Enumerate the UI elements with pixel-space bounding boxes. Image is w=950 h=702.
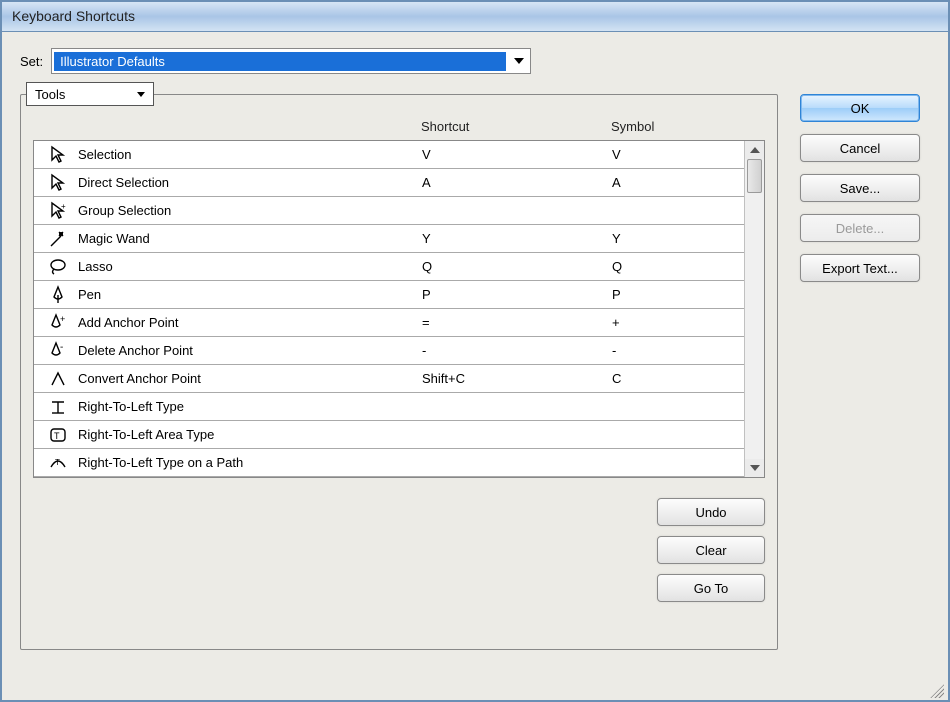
pen-minus-icon: - xyxy=(38,341,78,361)
main-row: Tools Shortcut Symbol SelectionVVDirect … xyxy=(20,94,930,650)
convert-icon xyxy=(38,369,78,389)
group-icon: + xyxy=(38,201,78,221)
tool-symbol: C xyxy=(612,371,744,386)
svg-text:T: T xyxy=(54,431,60,441)
tool-shortcut: V xyxy=(422,147,612,162)
tool-name: Right-To-Left Type on a Path xyxy=(78,455,422,470)
table-body: SelectionVVDirect SelectionAA+Group Sele… xyxy=(34,141,744,477)
side-buttons: OK Cancel Save... Delete... Export Text.… xyxy=(800,94,930,282)
table-row[interactable]: T Right-To-Left Type on a Path xyxy=(34,449,744,477)
export-text-button[interactable]: Export Text... xyxy=(800,254,920,282)
rtl-area-icon: T xyxy=(38,425,78,445)
table-row[interactable]: SelectionVV xyxy=(34,141,744,169)
direct-icon xyxy=(38,173,78,193)
table-row[interactable]: +Add Anchor Point=+ xyxy=(34,309,744,337)
cancel-button[interactable]: Cancel xyxy=(800,134,920,162)
tool-name: Right-To-Left Type xyxy=(78,399,422,414)
table-row[interactable]: Right-To-Left Type xyxy=(34,393,744,421)
tool-symbol: Y xyxy=(612,231,744,246)
tool-symbol: V xyxy=(612,147,744,162)
tool-symbol: P xyxy=(612,287,744,302)
set-selected-value: Illustrator Defaults xyxy=(54,52,506,71)
tool-shortcut: A xyxy=(422,175,612,190)
selection-icon xyxy=(38,145,78,165)
tool-name: Magic Wand xyxy=(78,231,422,246)
undo-button[interactable]: Undo xyxy=(657,498,765,526)
svg-text:T: T xyxy=(55,458,60,467)
goto-button[interactable]: Go To xyxy=(657,574,765,602)
scroll-up-icon[interactable] xyxy=(745,141,764,159)
tool-symbol: - xyxy=(612,343,744,358)
category-dropdown[interactable]: Tools xyxy=(26,82,154,106)
tool-symbol: A xyxy=(612,175,744,190)
category-selected-value: Tools xyxy=(35,87,65,102)
table-row[interactable]: Direct SelectionAA xyxy=(34,169,744,197)
set-label: Set: xyxy=(20,54,43,69)
svg-text:-: - xyxy=(60,342,63,353)
pen-plus-icon: + xyxy=(38,313,78,333)
tool-shortcut: Y xyxy=(422,231,612,246)
ok-button[interactable]: OK xyxy=(800,94,920,122)
col-header-shortcut: Shortcut xyxy=(421,119,611,134)
svg-text:+: + xyxy=(60,314,65,324)
tool-name: Add Anchor Point xyxy=(78,315,422,330)
delete-button[interactable]: Delete... xyxy=(800,214,920,242)
col-header-symbol: Symbol xyxy=(611,119,765,134)
table-row[interactable]: -Delete Anchor Point-- xyxy=(34,337,744,365)
set-row: Set: Illustrator Defaults xyxy=(20,48,930,74)
pen-icon xyxy=(38,285,78,305)
save-button[interactable]: Save... xyxy=(800,174,920,202)
rtl-path-icon: T xyxy=(38,453,78,473)
title-bar: Keyboard Shortcuts xyxy=(2,2,948,32)
scroll-down-icon[interactable] xyxy=(745,459,764,477)
tool-name: Convert Anchor Point xyxy=(78,371,422,386)
set-dropdown[interactable]: Illustrator Defaults xyxy=(51,48,531,74)
vertical-scrollbar[interactable] xyxy=(744,141,764,477)
tool-name: Lasso xyxy=(78,259,422,274)
shortcut-fieldset: Shortcut Symbol SelectionVVDirect Select… xyxy=(20,94,778,650)
clear-button[interactable]: Clear xyxy=(657,536,765,564)
tool-name: Delete Anchor Point xyxy=(78,343,422,358)
rtl-type-icon xyxy=(38,397,78,417)
tool-symbol: Q xyxy=(612,259,744,274)
resize-grip-icon[interactable] xyxy=(930,684,944,698)
dialog-body: Set: Illustrator Defaults Tools Shortcut… xyxy=(2,32,948,700)
tool-name: Direct Selection xyxy=(78,175,422,190)
shortcut-panel: Tools Shortcut Symbol SelectionVVDirect … xyxy=(20,94,778,650)
tool-shortcut: Shift+C xyxy=(422,371,612,386)
table-row[interactable]: + Group Selection xyxy=(34,197,744,225)
column-headers: Shortcut Symbol xyxy=(33,119,765,140)
shortcut-table: SelectionVVDirect SelectionAA+Group Sele… xyxy=(33,140,765,478)
tool-shortcut: - xyxy=(422,343,612,358)
col-header-name xyxy=(33,119,421,134)
table-row[interactable]: LassoQQ xyxy=(34,253,744,281)
table-row[interactable]: Convert Anchor PointShift+CC xyxy=(34,365,744,393)
wand-icon xyxy=(38,229,78,249)
table-row[interactable]: PenPP xyxy=(34,281,744,309)
tool-shortcut: P xyxy=(422,287,612,302)
scroll-thumb[interactable] xyxy=(747,159,762,193)
tool-symbol: + xyxy=(612,315,744,330)
caret-down-icon xyxy=(514,58,524,64)
svg-text:+: + xyxy=(61,202,66,211)
inner-buttons: Undo Clear Go To xyxy=(33,498,765,602)
lasso-icon xyxy=(38,257,78,277)
tool-name: Right-To-Left Area Type xyxy=(78,427,422,442)
window-title: Keyboard Shortcuts xyxy=(12,8,135,24)
tool-name: Selection xyxy=(78,147,422,162)
caret-down-icon xyxy=(137,92,145,97)
table-row[interactable]: T Right-To-Left Area Type xyxy=(34,421,744,449)
table-row[interactable]: Magic WandYY xyxy=(34,225,744,253)
tool-shortcut: Q xyxy=(422,259,612,274)
tool-name: Pen xyxy=(78,287,422,302)
tool-shortcut: = xyxy=(422,315,612,330)
tool-name: Group Selection xyxy=(78,203,422,218)
